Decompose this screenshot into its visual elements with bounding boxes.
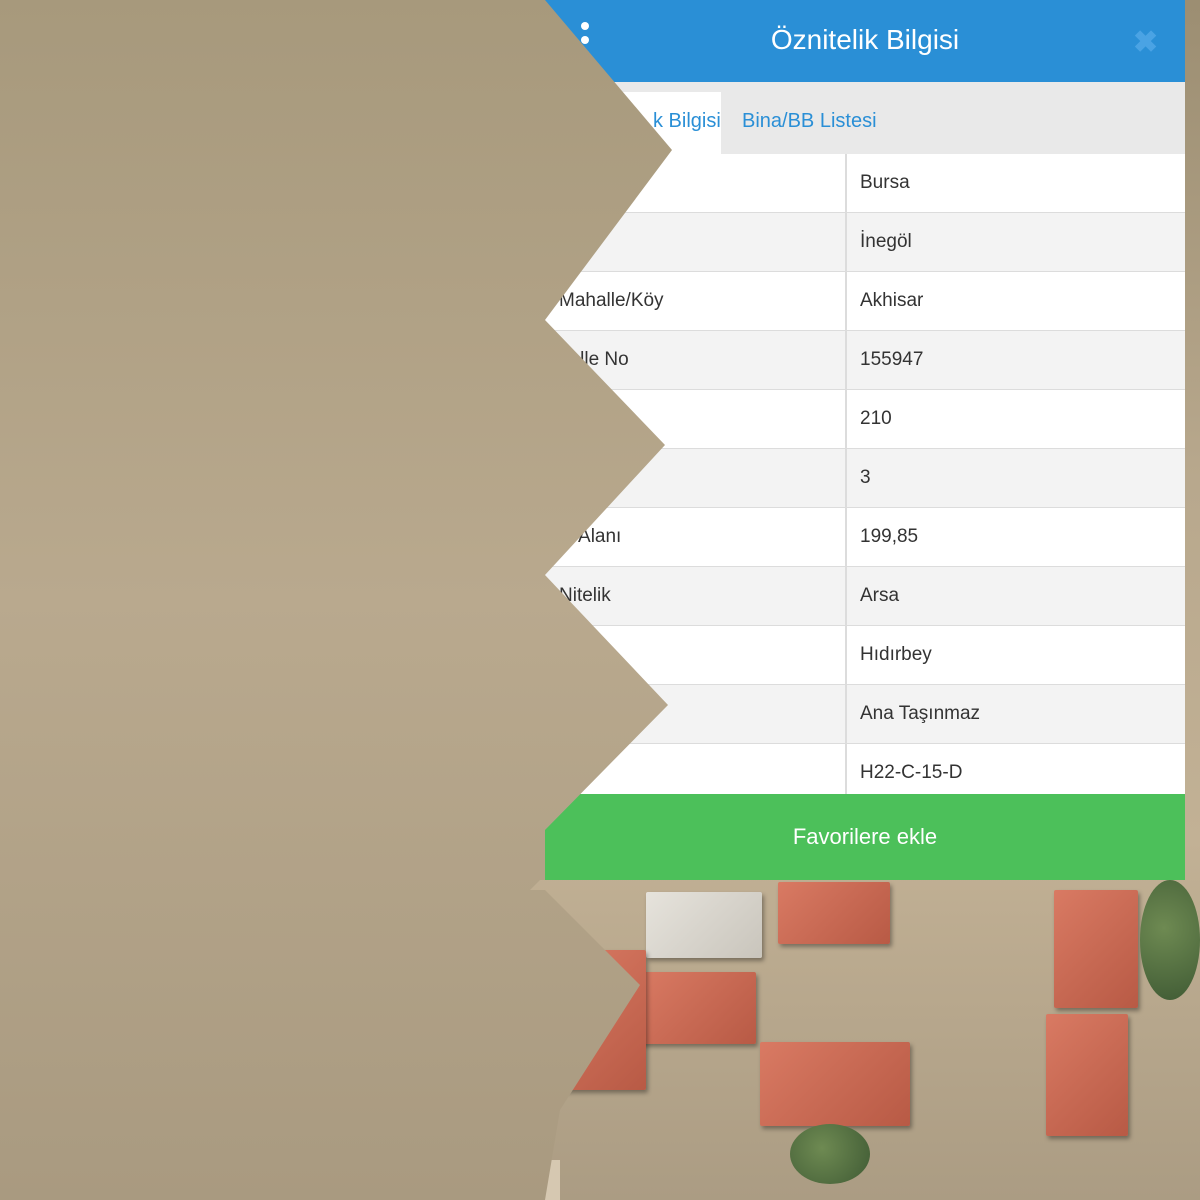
- cell-divider: [845, 390, 847, 448]
- tree: [1140, 880, 1200, 1000]
- row-label: Tip: [559, 703, 585, 724]
- table-row: Bursa: [545, 154, 1185, 213]
- row-value: Bursa: [860, 172, 910, 193]
- table-row: 210: [545, 390, 1185, 449]
- tree: [408, 770, 452, 850]
- house-roof: [112, 474, 248, 544]
- attribute-panel: Öznitelik Bilgisi ✖ k Bilgisi Bina/BB Li…: [545, 0, 1185, 880]
- add-to-favorites-button[interactable]: Favorilere ekle: [545, 794, 1185, 880]
- house-roof: [556, 950, 646, 1090]
- house-roof: [1046, 1014, 1128, 1136]
- tree: [240, 190, 310, 260]
- row-value: H22-C-15-D: [860, 762, 963, 783]
- tree: [790, 1124, 870, 1184]
- building-icon: [88, 1078, 114, 1112]
- tab-building-list[interactable]: Bina/BB Listesi: [742, 92, 877, 154]
- tab-bar: k Bilgisi Bina/BB Listesi: [545, 82, 1185, 154]
- row-value: Akhisar: [860, 290, 924, 311]
- cell-divider: [845, 213, 847, 271]
- attribute-table: Bursa çe İnegöl Mahalle/Köy Akhisar halle …: [545, 154, 1185, 803]
- tree: [50, 800, 90, 860]
- row-value: Hıdırbey: [860, 644, 932, 665]
- row-value: Arsa: [860, 585, 900, 606]
- house-roof: [778, 882, 890, 944]
- table-row: halle No 155947: [545, 331, 1185, 390]
- table-row: lu Alanı 199,85: [545, 508, 1185, 567]
- row-label: Nitelik: [559, 585, 611, 606]
- parcel-label: 210/3: [321, 537, 377, 562]
- panel-title: Öznitelik Bilgisi: [770, 24, 960, 55]
- house-roof: [760, 1042, 910, 1126]
- house-roof: [640, 972, 756, 1044]
- selected-parcel[interactable]: 210/3: [258, 503, 440, 605]
- logo-text-line1: BORAN GAYRİMENKUL YATIRIM: [28, 1149, 174, 1159]
- row-label: lu Alanı: [559, 526, 622, 547]
- company-logo: BORAN GAYRİMENKUL YATIRIM DANIŞMANLIĞI: [16, 1058, 186, 1186]
- table-row: Mahalle/Köy Akhisar: [545, 272, 1185, 331]
- logo-text-line2: DANIŞMANLIĞI: [66, 1161, 136, 1171]
- cell-divider: [845, 331, 847, 389]
- cell-divider: [845, 626, 847, 684]
- table-row: evkii Hıdırbey: [545, 626, 1185, 685]
- cell-divider: [845, 449, 847, 507]
- row-value: 210: [860, 408, 892, 429]
- table-row: çe İnegöl: [545, 213, 1185, 272]
- row-value: 199,85: [860, 526, 919, 547]
- cell-divider: [845, 272, 847, 330]
- house-roof: [230, 982, 398, 1066]
- house-roof: [646, 892, 762, 958]
- image-watermark: #1308: [2, 4, 39, 19]
- tab-attribute-info[interactable]: k Bilgisi: [605, 92, 721, 154]
- tree: [88, 720, 208, 790]
- cell-divider: [845, 567, 847, 625]
- house-roof: [102, 362, 247, 464]
- house-roof: [94, 808, 229, 888]
- house-roof: [248, 870, 374, 904]
- row-value: 155947: [860, 349, 924, 370]
- logo-text: BORAN GAYRİMENKUL YATIRIM DANIŞMANLIĞI: [20, 1148, 182, 1172]
- row-label: halle No: [559, 349, 629, 370]
- house-roof: [248, 790, 374, 870]
- house-roof: [84, 904, 220, 984]
- panel-header: Öznitelik Bilgisi ✖: [545, 0, 1185, 82]
- table-row: 3: [545, 449, 1185, 508]
- cell-divider: [845, 154, 847, 212]
- tree: [266, 1062, 336, 1132]
- row-value: Ana Taşınmaz: [860, 703, 981, 724]
- table-row: Tip Ana Taşınmaz: [545, 685, 1185, 744]
- row-label: evkii: [559, 644, 598, 665]
- house-roof: [102, 552, 248, 664]
- row-value: İnegöl: [860, 231, 912, 252]
- cell-divider: [845, 508, 847, 566]
- cell-divider: [845, 685, 847, 743]
- row-label: çe: [559, 231, 580, 252]
- row-value: 3: [860, 467, 871, 488]
- road: [445, 330, 530, 1200]
- close-icon[interactable]: ✖: [1133, 25, 1158, 60]
- row-label: Mahalle/Köy: [559, 290, 664, 311]
- house-roof: [1054, 890, 1138, 1008]
- table-row: Nitelik Arsa: [545, 567, 1185, 626]
